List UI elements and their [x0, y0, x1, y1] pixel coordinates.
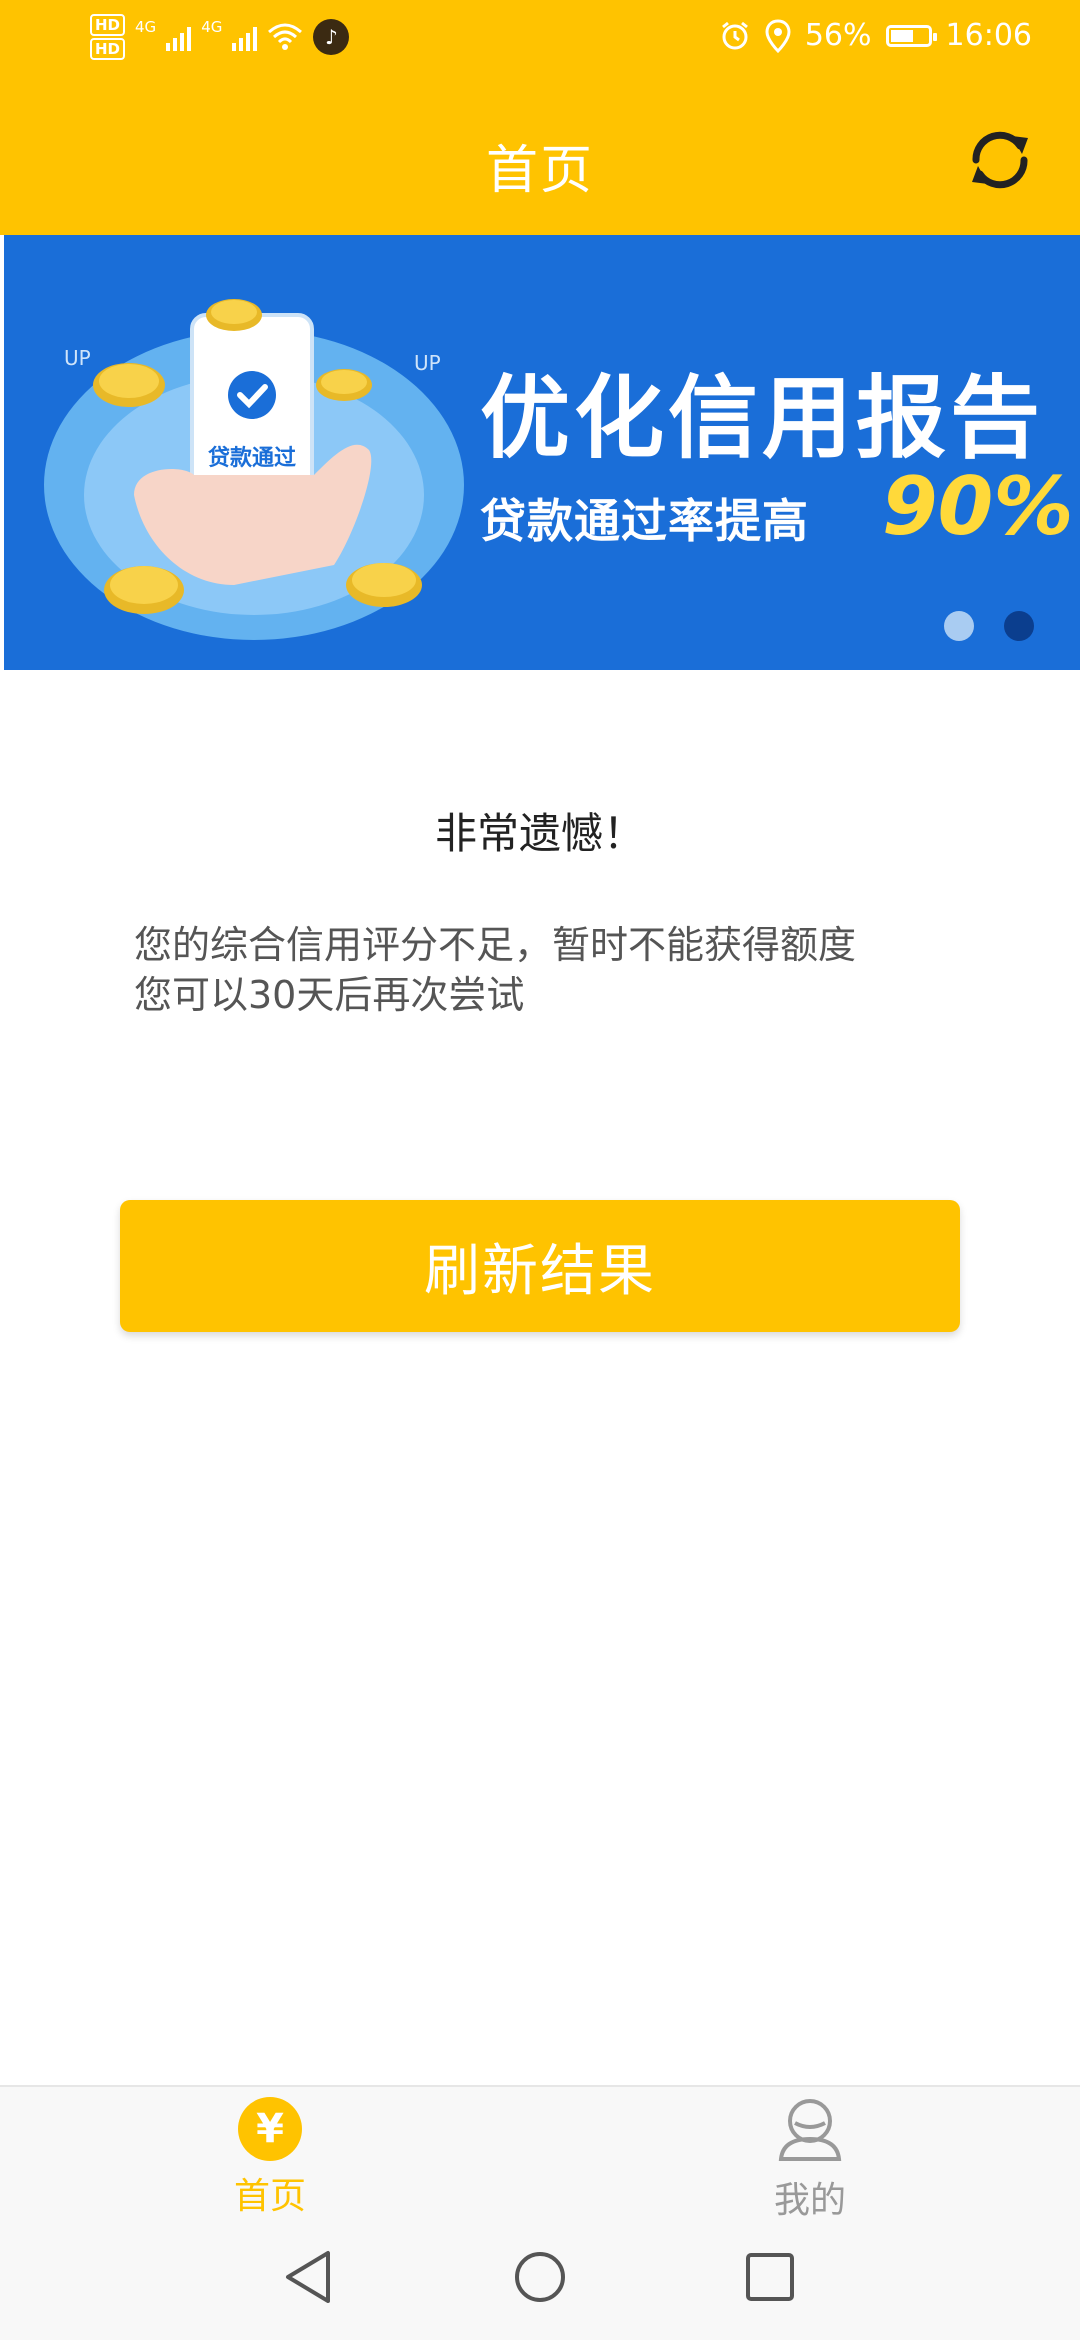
back-icon[interactable]	[280, 2247, 336, 2307]
status-left: HD HD 4G 4G ♪	[90, 14, 350, 60]
banner-subtitle: 贷款通过率提高	[480, 494, 809, 548]
bottom-tab-bar: ¥ 首页 我的	[0, 2085, 1080, 2221]
clock-time: 16:06	[945, 18, 1032, 53]
battery-percent: 56%	[804, 18, 872, 53]
hd-badge-2: HD	[90, 38, 126, 60]
battery-icon	[885, 24, 937, 47]
page-title: 首页	[485, 141, 594, 201]
network-type-2: 4G	[201, 18, 223, 36]
recent-apps-icon[interactable]	[744, 2251, 796, 2303]
banner-title: 优化信用报告	[480, 366, 1044, 471]
result-line-1: 您的综合信用评分不足，暂时不能获得额度	[134, 923, 857, 967]
network-type-1: 4G	[135, 18, 157, 36]
hd-indicators: HD HD	[90, 14, 126, 60]
tab-mine[interactable]: 我的	[710, 2097, 910, 2223]
carousel-dot[interactable]	[944, 611, 974, 641]
refresh-icon[interactable]	[964, 124, 1036, 196]
phone-hand-illustration: UP UP 贷款通过	[44, 299, 464, 640]
yen-icon: ¥	[238, 2097, 302, 2161]
signal-bars-icon	[232, 23, 258, 51]
signal-bars-icon	[166, 23, 192, 51]
refresh-result-button[interactable]: 刷新结果	[120, 1200, 960, 1332]
wifi-icon	[268, 23, 303, 50]
result-line-2: 您可以30天后再次尝试	[134, 973, 525, 1017]
banner-percent: 90%	[882, 460, 1074, 553]
up-label-left: UP	[64, 346, 91, 370]
status-right: 56% 16:06	[719, 18, 1032, 53]
tab-home-label: 首页	[233, 2176, 306, 2217]
tab-home[interactable]: ¥ 首页	[170, 2097, 370, 2219]
result-message: 您的综合信用评分不足，暂时不能获得额度 您可以30天后再次尝试	[134, 920, 994, 1020]
status-bar: HD HD 4G 4G ♪ 56% 16:06	[0, 0, 1080, 80]
tab-mine-label: 我的	[773, 2180, 846, 2221]
hd-badge-1: HD	[90, 14, 126, 36]
phone-screen-text: 贷款通过	[208, 445, 296, 471]
tiktok-icon: ♪	[313, 19, 350, 55]
up-label-right: UP	[414, 351, 441, 375]
carousel-dot-active[interactable]	[1004, 611, 1034, 641]
location-icon	[765, 18, 791, 53]
alarm-icon	[721, 21, 748, 49]
top-bar: HD HD 4G 4G ♪ 56% 16:06 首页	[0, 0, 1080, 235]
system-nav-bar	[0, 2217, 1080, 2340]
result-title: 非常遗憾！	[434, 809, 645, 858]
promo-banner[interactable]: UP UP 贷款通过 优化信用报告 贷款通过率提高 90%	[4, 235, 1080, 670]
user-icon	[778, 2099, 842, 2161]
home-circle-icon[interactable]	[512, 2247, 568, 2307]
